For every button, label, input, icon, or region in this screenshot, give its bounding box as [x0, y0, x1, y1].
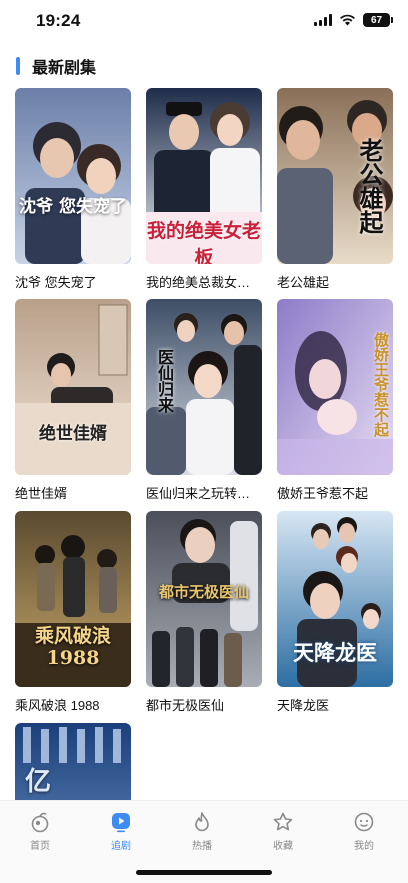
battery-icon: 67 [363, 13, 393, 27]
tab-profile[interactable]: 我的 [334, 811, 394, 852]
poster-image [15, 299, 131, 475]
drama-poster[interactable]: 沈爷 您失宠了 [15, 88, 131, 264]
drama-card[interactable]: 老公雄起 老公雄起 [277, 88, 393, 291]
drama-poster[interactable]: 绝世佳婿 [15, 299, 131, 475]
drama-title: 医仙归来之玩转都市 [146, 486, 262, 501]
poster-title: 老公雄起 [355, 138, 384, 234]
drama-poster[interactable]: 乘风破浪 1988 [15, 511, 131, 687]
drama-title: 乘风破浪 1988 [15, 698, 100, 713]
poster-title: 傲娇王爷惹不起 [372, 331, 390, 437]
home-icon [31, 812, 49, 833]
status-icons: 67 [314, 13, 393, 27]
poster-title: 都市无极医仙 [158, 583, 249, 601]
flame-icon [195, 812, 209, 832]
tab-trending[interactable]: 热播 [172, 811, 232, 852]
battery-level: 67 [370, 14, 383, 26]
tab-label: 首页 [30, 841, 50, 852]
section-title: 最新剧集 [32, 60, 97, 77]
drama-title: 我的绝美总裁女老板 [146, 275, 262, 290]
poster-title: 医仙归来 [155, 349, 174, 413]
section-accent-bar [16, 57, 20, 75]
drama-title: 老公雄起 [277, 275, 330, 290]
drama-card[interactable]: 天降龙医 天降龙医 [277, 511, 393, 714]
status-time: 19:24 [36, 11, 81, 30]
drama-title: 绝世佳婿 [15, 486, 68, 501]
drama-title: 都市无极医仙 [146, 698, 225, 713]
drama-card[interactable]: 沈爷 您失宠了 沈爷 您失宠了 [15, 88, 131, 291]
wifi-icon [340, 14, 355, 26]
tab-home[interactable]: 首页 [10, 811, 70, 852]
drama-card[interactable]: 傲娇王爷惹不起 傲娇王爷惹不起 [277, 299, 393, 502]
status-bar: 19:24 67 [0, 0, 408, 44]
tab-label: 追剧 [111, 841, 131, 852]
drama-poster[interactable]: 傲娇王爷惹不起 [277, 299, 393, 475]
poster-title: 我的绝美女老板 [146, 220, 261, 264]
drama-title: 沈爷 您失宠了 [15, 275, 97, 290]
poster-title: 天降龙医 [293, 640, 377, 665]
drama-poster[interactable]: 医仙归来 [146, 299, 262, 475]
poster-title: 绝世佳婿 [39, 424, 107, 444]
drama-poster[interactable]: 都市无极医仙 [146, 511, 262, 687]
poster-title: 沈爷 您失宠了 [19, 197, 127, 217]
cellular-signal-icon [314, 14, 332, 26]
drama-title: 天降龙医 [277, 698, 330, 713]
drama-poster[interactable]: 我的绝美女老板 [146, 88, 262, 264]
screen: 19:24 67 最新剧集 沈爷 您失宠了 沈爷 您失宠了 我的绝美女老板 我的… [0, 0, 408, 883]
drama-title: 傲娇王爷惹不起 [277, 486, 369, 501]
poster-image [15, 88, 131, 264]
tab-label: 我的 [354, 841, 374, 852]
tab-favorites[interactable]: 收藏 [253, 811, 313, 852]
poster-title: 乘风破浪 1988 [34, 625, 111, 669]
play-icon [112, 813, 130, 833]
drama-card[interactable]: 我的绝美女老板 我的绝美总裁女老板 [146, 88, 262, 291]
drama-card[interactable]: 都市无极医仙 都市无极医仙 [146, 511, 262, 714]
profile-icon [354, 812, 374, 832]
section-header: 最新剧集 [16, 55, 96, 77]
drama-card[interactable]: 乘风破浪 1988 乘风破浪 1988 [15, 511, 131, 714]
drama-poster[interactable]: 天降龙医 [277, 511, 393, 687]
tab-label: 热播 [192, 841, 212, 852]
drama-poster[interactable]: 老公雄起 [277, 88, 393, 264]
home-indicator [136, 870, 272, 875]
drama-card[interactable]: 绝世佳婿 绝世佳婿 [15, 299, 131, 502]
tab-label: 收藏 [273, 841, 293, 852]
star-icon [273, 812, 293, 831]
tab-following[interactable]: 追剧 [91, 811, 151, 852]
drama-card[interactable]: 医仙归来 医仙归来之玩转都市 [146, 299, 262, 502]
poster-title: 亿 [25, 767, 52, 797]
